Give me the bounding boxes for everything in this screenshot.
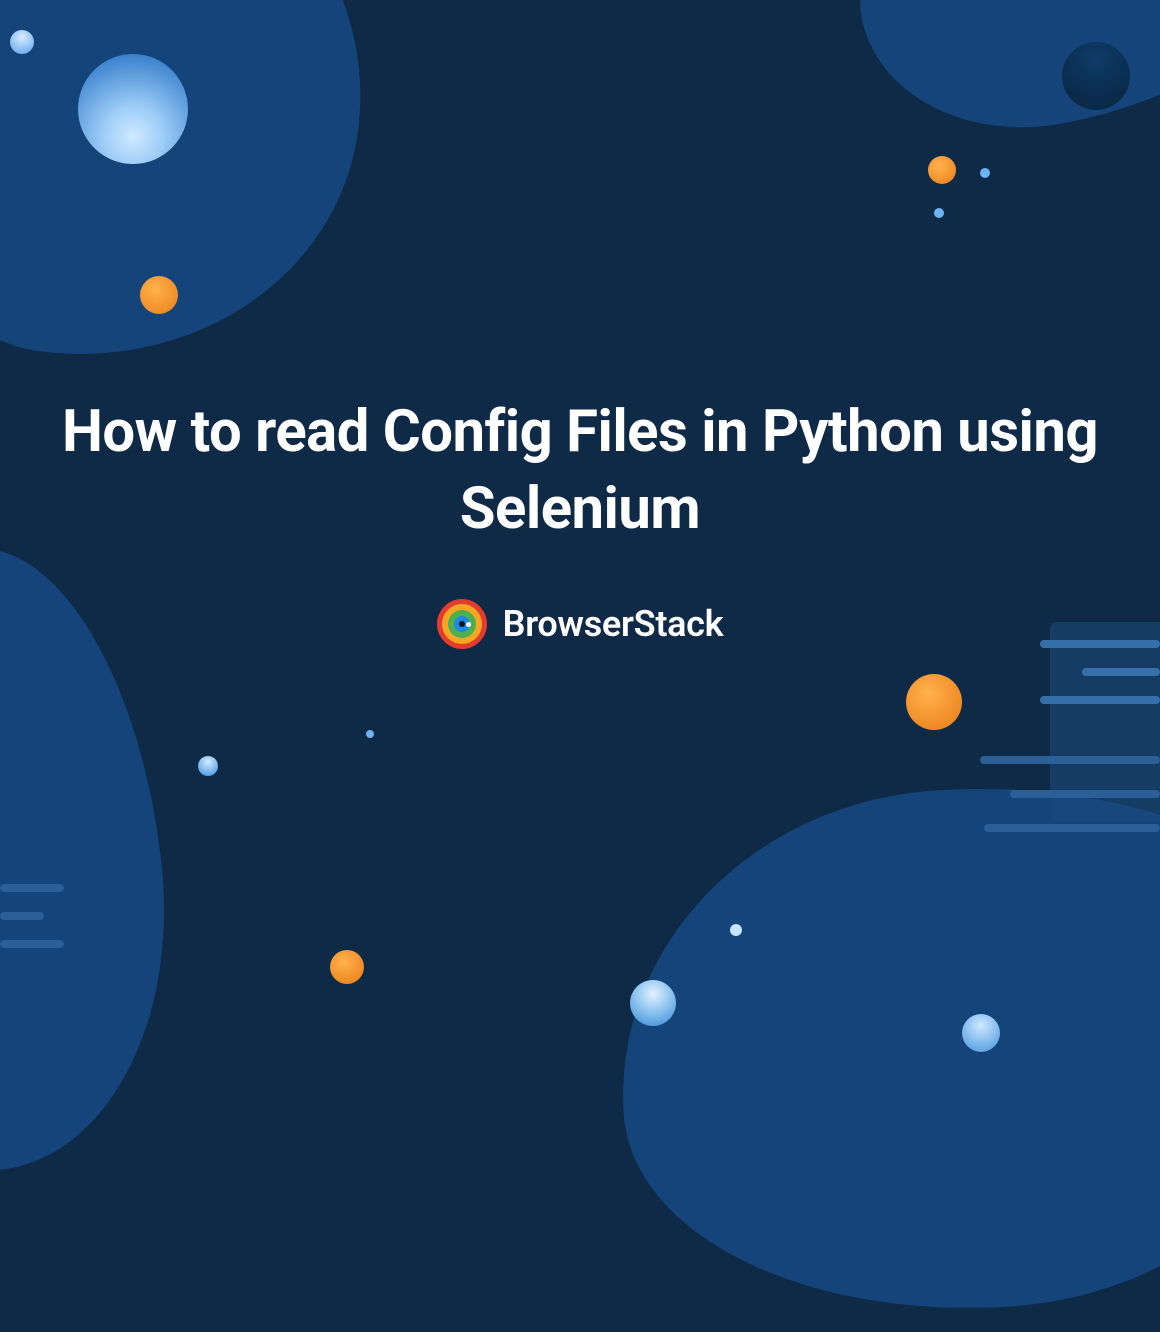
- decorative-dot: [10, 30, 34, 54]
- decorative-dot: [1062, 42, 1130, 110]
- decorative-lines: [0, 884, 64, 948]
- browserstack-logo-icon: [437, 599, 487, 649]
- decorative-dot: [140, 276, 178, 314]
- decorative-dot: [730, 924, 742, 936]
- decorative-dot: [198, 756, 218, 776]
- decorative-dot: [630, 980, 676, 1026]
- decorative-dot: [366, 730, 374, 738]
- decorative-dot: [962, 1014, 1000, 1052]
- decorative-blob: [0, 0, 394, 391]
- decorative-lines: [980, 756, 1160, 832]
- decorative-dot: [330, 950, 364, 984]
- decorative-dot: [906, 674, 962, 730]
- decorative-dot: [934, 208, 944, 218]
- decorative-dot: [928, 156, 956, 184]
- hero-content: How to read Config Files in Python using…: [0, 394, 1160, 653]
- decorative-dot: [78, 54, 188, 164]
- decorative-dot: [980, 168, 990, 178]
- brand-row: BrowserStack: [437, 599, 724, 649]
- page-title: How to read Config Files in Python using…: [0, 394, 1160, 547]
- brand-name: BrowserStack: [503, 603, 724, 645]
